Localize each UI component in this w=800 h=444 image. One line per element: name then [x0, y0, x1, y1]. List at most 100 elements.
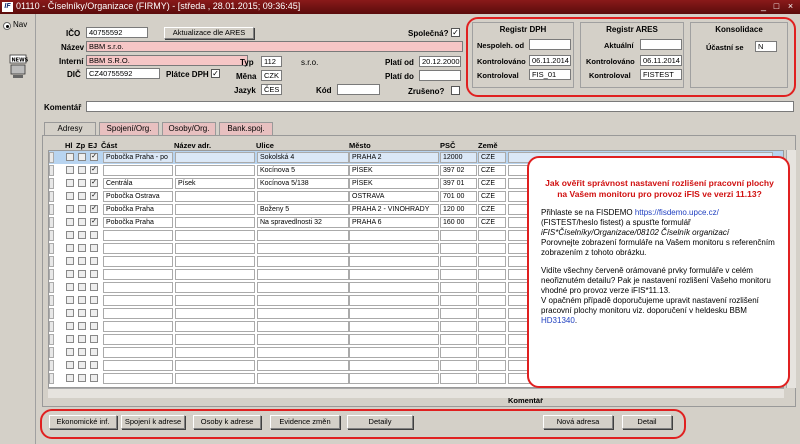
nazev-field[interactable]: BBM s.r.o.	[86, 41, 463, 52]
ej-checkbox[interactable]: ✓	[90, 166, 98, 174]
cell-ulice[interactable]: Kocínova 5/138	[257, 178, 349, 189]
cell-ulice[interactable]	[257, 360, 349, 371]
cell-mesto[interactable]	[349, 230, 439, 241]
row-selector[interactable]	[49, 321, 54, 332]
cell-cast[interactable]	[103, 347, 173, 358]
ej-checkbox[interactable]	[90, 231, 98, 239]
cell-zeme[interactable]	[478, 295, 506, 306]
cell-mesto[interactable]	[349, 360, 439, 371]
cell-nazev[interactable]	[175, 269, 255, 280]
row-selector[interactable]	[49, 282, 54, 293]
detail-button[interactable]: Detail	[622, 415, 672, 429]
zp-checkbox[interactable]	[78, 205, 86, 213]
cell-psc[interactable]	[440, 295, 477, 306]
row-selector[interactable]	[49, 243, 54, 254]
ej-checkbox[interactable]	[90, 283, 98, 291]
news-icon[interactable]: NEWS	[8, 54, 28, 80]
zp-checkbox[interactable]	[78, 166, 86, 174]
cell-zeme[interactable]	[478, 373, 506, 384]
cell-ulice[interactable]	[257, 321, 349, 332]
cell-mesto[interactable]	[349, 308, 439, 319]
cell-mesto[interactable]	[349, 295, 439, 306]
cell-psc[interactable]	[440, 282, 477, 293]
cell-psc[interactable]: 12000	[440, 152, 477, 163]
cell-ulice[interactable]: Boženy 5	[257, 204, 349, 215]
ucastni-field[interactable]: N	[755, 41, 777, 52]
cell-ulice[interactable]	[257, 256, 349, 267]
cell-nazev[interactable]	[175, 282, 255, 293]
hl-checkbox[interactable]	[66, 309, 74, 317]
cell-mesto[interactable]	[349, 347, 439, 358]
cell-nazev[interactable]	[175, 152, 255, 163]
cell-psc[interactable]: 701 00	[440, 191, 477, 202]
cell-ulice[interactable]	[257, 347, 349, 358]
cell-ulice[interactable]	[257, 373, 349, 384]
zp-checkbox[interactable]	[78, 257, 86, 265]
cell-psc[interactable]: 397 01	[440, 178, 477, 189]
cell-ulice[interactable]	[257, 191, 349, 202]
cell-mesto[interactable]	[349, 256, 439, 267]
zp-checkbox[interactable]	[78, 283, 86, 291]
nova-adresa-button[interactable]: Nová adresa	[543, 415, 613, 429]
nav-radio[interactable]	[3, 22, 11, 30]
komentar-field[interactable]	[86, 101, 794, 112]
osoby-k-adrese-button[interactable]: Osoby k adrese	[193, 415, 261, 429]
horizontal-scrollbar[interactable]	[48, 388, 784, 398]
ej-checkbox[interactable]: ✓	[90, 218, 98, 226]
cell-ulice[interactable]: Kocínova 5	[257, 165, 349, 176]
jazyk-field[interactable]: ČES	[261, 84, 282, 95]
cell-zeme[interactable]	[478, 347, 506, 358]
spojeni-k-adrese-button[interactable]: Spojení k adrese	[121, 415, 185, 429]
cell-mesto[interactable]	[349, 373, 439, 384]
cell-mesto[interactable]	[349, 282, 439, 293]
cell-zeme[interactable]	[478, 308, 506, 319]
cell-psc[interactable]	[440, 230, 477, 241]
cell-zeme[interactable]: CZE	[478, 191, 506, 202]
cell-psc[interactable]	[440, 308, 477, 319]
hl-checkbox[interactable]	[66, 244, 74, 252]
hl-checkbox[interactable]	[66, 374, 74, 382]
spolecna-checkbox[interactable]: ✓	[451, 28, 460, 37]
cell-cast[interactable]: Pobočka Praha	[103, 204, 173, 215]
ej-checkbox[interactable]	[90, 270, 98, 278]
row-selector[interactable]	[49, 269, 54, 280]
tab-bank[interactable]: Bank.spoj.	[219, 122, 273, 135]
cell-ulice[interactable]	[257, 230, 349, 241]
hl-checkbox[interactable]	[66, 231, 74, 239]
typ-field[interactable]: 112	[261, 56, 282, 67]
cell-ulice[interactable]	[257, 243, 349, 254]
tab-osoby[interactable]: Osoby/Org.	[162, 122, 216, 135]
cell-nazev[interactable]	[175, 230, 255, 241]
row-selector[interactable]	[49, 308, 54, 319]
tab-adresy[interactable]: Adresy	[44, 122, 96, 135]
cell-cast[interactable]	[103, 308, 173, 319]
cell-mesto[interactable]: PRAHA 2	[349, 152, 439, 163]
zp-checkbox[interactable]	[78, 270, 86, 278]
cell-zeme[interactable]	[478, 230, 506, 241]
dic-field[interactable]: CZ40755592	[86, 68, 160, 79]
cell-zeme[interactable]	[478, 243, 506, 254]
plati-do-field[interactable]	[419, 70, 461, 81]
cell-psc[interactable]	[440, 373, 477, 384]
hl-checkbox[interactable]	[66, 322, 74, 330]
cell-psc[interactable]: 160 00	[440, 217, 477, 228]
row-selector[interactable]	[49, 256, 54, 267]
cell-cast[interactable]: Pobočka Praha - po	[103, 152, 173, 163]
cell-mesto[interactable]	[349, 243, 439, 254]
cell-mesto[interactable]: PÍSEK	[349, 165, 439, 176]
zp-checkbox[interactable]	[78, 244, 86, 252]
zp-checkbox[interactable]	[78, 374, 86, 382]
cell-nazev[interactable]	[175, 295, 255, 306]
cell-cast[interactable]	[103, 373, 173, 384]
cell-mesto[interactable]	[349, 321, 439, 332]
hl-checkbox[interactable]	[66, 218, 74, 226]
platce-checkbox[interactable]: ✓	[211, 69, 220, 78]
hl-checkbox[interactable]	[66, 166, 74, 174]
cell-psc[interactable]	[440, 334, 477, 345]
row-selector[interactable]	[49, 204, 54, 215]
row-selector[interactable]	[49, 165, 54, 176]
hl-checkbox[interactable]	[66, 205, 74, 213]
cell-psc[interactable]	[440, 347, 477, 358]
row-selector[interactable]	[49, 178, 54, 189]
cell-psc[interactable]	[440, 269, 477, 280]
